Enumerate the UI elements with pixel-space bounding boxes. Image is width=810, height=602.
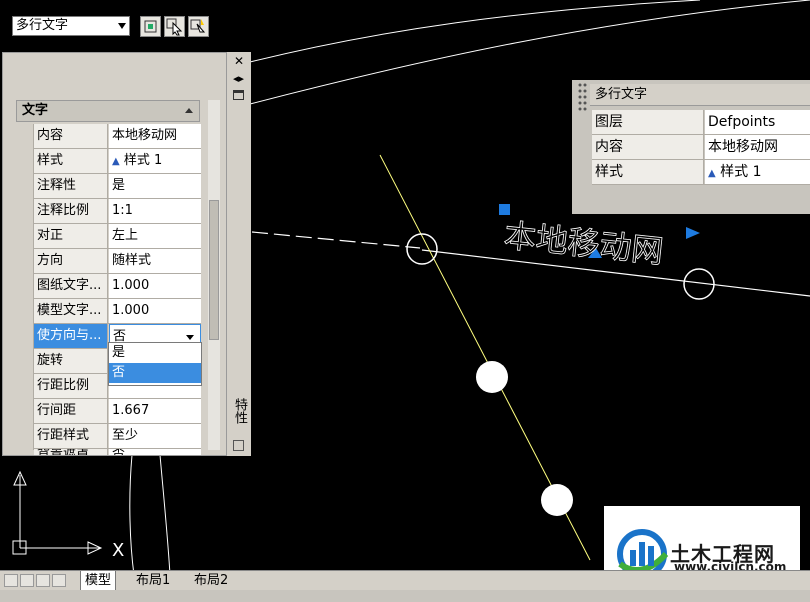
prop-value[interactable]: ▲ 样式 1 [109, 149, 201, 173]
table-row[interactable]: 注释比例 1:1 [34, 199, 201, 224]
last-tab-icon[interactable] [52, 574, 66, 587]
quick-select-button[interactable] [188, 16, 209, 37]
table-row[interactable]: 样式 ▲ 样式 1 [592, 160, 810, 185]
autohide-icon[interactable]: ◂▸ [233, 72, 244, 85]
toggle-pickadd-button[interactable] [140, 16, 161, 37]
prop-key: 样式 [592, 160, 704, 184]
quick-properties-grid: 图层 Defpoints 内容 本地移动网 样式 ▲ 样式 1 [592, 110, 810, 185]
table-row[interactable]: 模型文字... 1.000 [34, 299, 201, 324]
table-row[interactable]: 背景遮罩否 [34, 449, 201, 455]
prop-value[interactable]: 至少 [109, 424, 201, 448]
text-style-icon: ▲ [708, 168, 716, 179]
first-tab-icon[interactable] [4, 574, 18, 587]
prop-value[interactable]: 是 [109, 174, 201, 198]
scrollbar-thumb[interactable] [209, 200, 219, 340]
palette-options-icon[interactable] [233, 440, 244, 451]
grip-triangle [686, 227, 700, 239]
grip-square [499, 204, 510, 215]
command-line[interactable] [0, 590, 810, 602]
value-dropdown-list[interactable]: 是 否 [108, 342, 202, 386]
table-row[interactable]: 行间距 1.667 [34, 399, 201, 424]
palette-titlebar[interactable]: ✕ ◂▸ [226, 52, 251, 456]
quick-select-icon [190, 19, 206, 33]
tab-model[interactable]: 模型 [80, 571, 117, 591]
dropdown-option-yes[interactable]: 是 [109, 343, 201, 363]
drawing-curve [159, 454, 171, 576]
select-objects-button[interactable] [164, 16, 185, 37]
prop-key: 模型文字... [34, 299, 108, 323]
table-row[interactable]: 图层 Defpoints [592, 110, 810, 135]
prop-value[interactable]: 1.667 [109, 399, 201, 423]
next-tab-icon[interactable] [36, 574, 50, 587]
prop-key: 旋转 [34, 349, 108, 373]
section-text-header[interactable]: 文字 [16, 100, 200, 122]
table-row[interactable]: 样式 ▲ 样式 1 [34, 149, 201, 174]
chevron-down-icon[interactable] [186, 335, 194, 340]
prop-key: 注释性 [34, 174, 108, 198]
quick-properties-title: 多行文字 [590, 84, 810, 106]
close-icon[interactable]: ✕ [234, 54, 244, 68]
prop-value[interactable]: 1.000 [109, 299, 201, 323]
property-grid: 内容 本地移动网 样式 ▲ 样式 1 注释性是 注释比例 1:1 对正 左上 方向 随样式… [34, 124, 201, 455]
prop-value[interactable]: ▲ 样式 1 [705, 160, 810, 184]
prop-value[interactable]: 1:1 [109, 199, 201, 223]
text-style-icon: ▲ [112, 156, 120, 167]
prop-key: 内容 [592, 135, 704, 159]
drawing-curve [249, 0, 701, 63]
section-title: 文字 [22, 103, 49, 118]
prop-value[interactable]: 1.000 [109, 274, 201, 298]
row-gutter [16, 124, 34, 450]
prop-key: 样式 [34, 149, 108, 173]
table-row[interactable]: 内容 本地移动网 [34, 124, 201, 149]
ucs-x-label: X [112, 540, 124, 561]
dashed-line [251, 231, 421, 249]
table-row[interactable]: 行距样式 至少 [34, 424, 201, 449]
prop-value-text: 样式 1 [123, 153, 163, 168]
table-row[interactable]: 方向 随样式 [34, 249, 201, 274]
object-type-combo[interactable]: 多行文字 [12, 16, 130, 36]
prop-key: 使方向与... [34, 324, 108, 348]
grip-handle-icon[interactable] [576, 82, 588, 112]
prop-value[interactable]: 否 [109, 449, 201, 455]
table-row[interactable]: 内容 本地移动网 [592, 135, 810, 160]
prop-value[interactable]: 随样式 [109, 249, 201, 273]
layout-tab-bar: 模型 布局1 布局2 [0, 570, 810, 591]
prop-key: 图纸文字... [34, 274, 108, 298]
node-circle-filled [541, 484, 573, 516]
pickadd-icon [144, 20, 157, 33]
prop-key: 行距比例 [34, 374, 108, 398]
prev-tab-icon[interactable] [20, 574, 34, 587]
properties-menu-icon[interactable] [233, 90, 244, 100]
prop-key: 方向 [34, 249, 108, 273]
prop-value[interactable]: 本地移动网 [705, 135, 810, 159]
prop-key: 行间距 [34, 399, 108, 423]
prop-key: 背景遮罩 [34, 449, 108, 455]
prop-value[interactable]: 本地移动网 [109, 124, 201, 148]
prop-key: 对正 [34, 224, 108, 248]
collapse-icon [185, 108, 193, 113]
prop-value-text: 样式 1 [720, 164, 762, 180]
table-row[interactable]: 注释性是 [34, 174, 201, 199]
table-row[interactable]: 对正 左上 [34, 224, 201, 249]
prop-value[interactable]: Defpoints [705, 110, 810, 134]
tab-layout2[interactable]: 布局2 [190, 571, 232, 590]
tab-layout1[interactable]: 布局1 [132, 571, 174, 590]
table-row[interactable]: 图纸文字... 1.000 [34, 274, 201, 299]
prop-key: 行距样式 [34, 424, 108, 448]
node-circle [406, 233, 438, 265]
prop-key: 注释比例 [34, 199, 108, 223]
palette-side-title: 特性 [232, 398, 247, 424]
dropdown-option-no[interactable]: 否 [109, 363, 201, 383]
prop-key: 内容 [34, 124, 108, 148]
chevron-down-icon [118, 23, 126, 29]
prop-key: 图层 [592, 110, 704, 134]
object-type-label: 多行文字 [16, 18, 69, 33]
select-objects-icon [166, 18, 183, 36]
drawing-curve [129, 454, 135, 576]
prop-value[interactable]: 左上 [109, 224, 201, 248]
node-circle-filled [476, 361, 508, 393]
